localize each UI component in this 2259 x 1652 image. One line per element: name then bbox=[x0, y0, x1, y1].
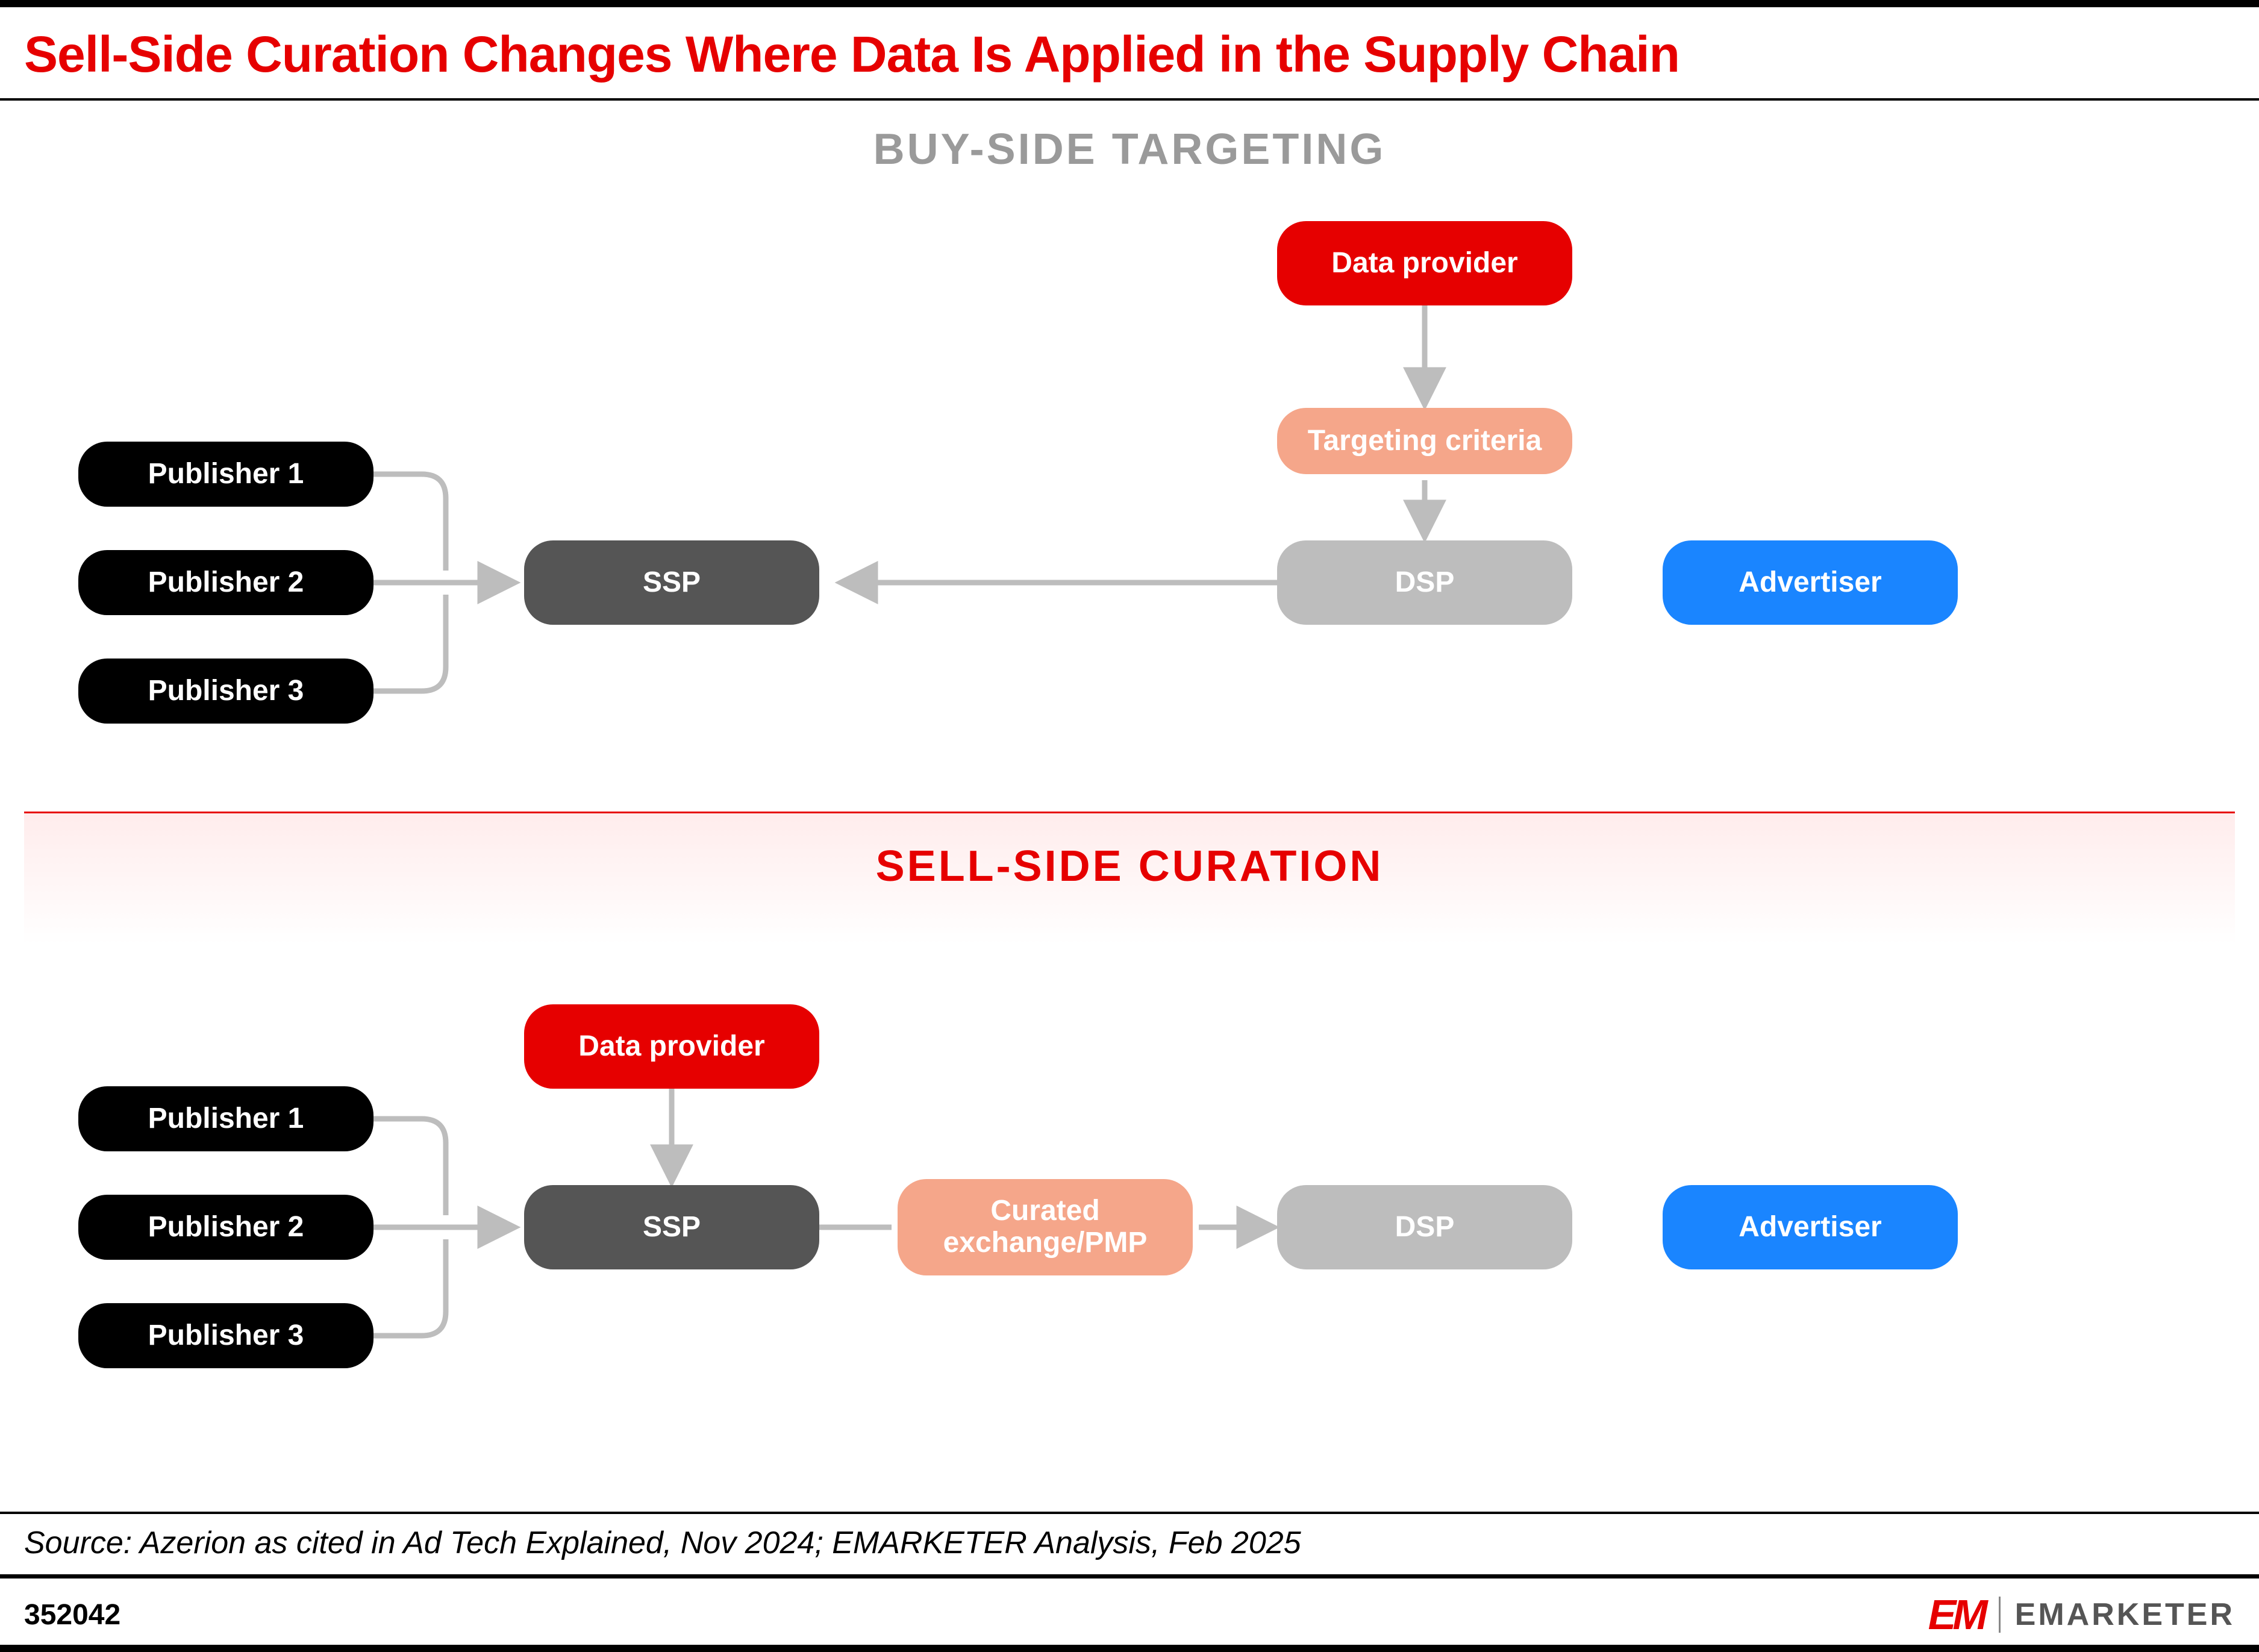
title-bar: Sell-Side Curation Changes Where Data Is… bbox=[0, 7, 2259, 101]
arrows-layer bbox=[0, 101, 2259, 1510]
brand-name: EMARKETER bbox=[2015, 1597, 2235, 1633]
sell-dsp: DSP bbox=[1277, 1185, 1572, 1269]
sell-data-provider: Data provider bbox=[524, 1004, 819, 1089]
buy-publisher-2: Publisher 2 bbox=[78, 550, 373, 615]
buy-ssp: SSP bbox=[524, 540, 819, 625]
chart-id: 352042 bbox=[24, 1598, 120, 1632]
buy-data-provider: Data provider bbox=[1277, 221, 1572, 305]
brand-divider bbox=[1999, 1597, 2001, 1633]
sell-curated-exchange: Curated exchange/PMP bbox=[898, 1179, 1193, 1275]
footer: 352042 EM EMARKETER bbox=[0, 1585, 2259, 1645]
buy-targeting-criteria: Targeting criteria bbox=[1277, 408, 1572, 474]
sell-publisher-3: Publisher 3 bbox=[78, 1303, 373, 1368]
sell-publisher-2: Publisher 2 bbox=[78, 1195, 373, 1260]
sell-advertiser: Advertiser bbox=[1663, 1185, 1958, 1269]
buy-publisher-1: Publisher 1 bbox=[78, 442, 373, 507]
buy-advertiser: Advertiser bbox=[1663, 540, 1958, 625]
buy-dsp: DSP bbox=[1277, 540, 1572, 625]
chart-title: Sell-Side Curation Changes Where Data Is… bbox=[24, 25, 2235, 84]
diagram-area: BUY-SIDE TARGETING SELL-SIDE CURATION bbox=[0, 101, 2259, 1510]
source-citation: Source: Azerion as cited in Ad Tech Expl… bbox=[0, 1512, 2259, 1578]
brand-logo: EM EMARKETER bbox=[1928, 1591, 2235, 1639]
sell-ssp: SSP bbox=[524, 1185, 819, 1269]
sell-publisher-1: Publisher 1 bbox=[78, 1086, 373, 1151]
brand-mark-icon: EM bbox=[1928, 1591, 1984, 1639]
buy-publisher-3: Publisher 3 bbox=[78, 659, 373, 724]
chart-frame: Sell-Side Curation Changes Where Data Is… bbox=[0, 0, 2259, 1652]
